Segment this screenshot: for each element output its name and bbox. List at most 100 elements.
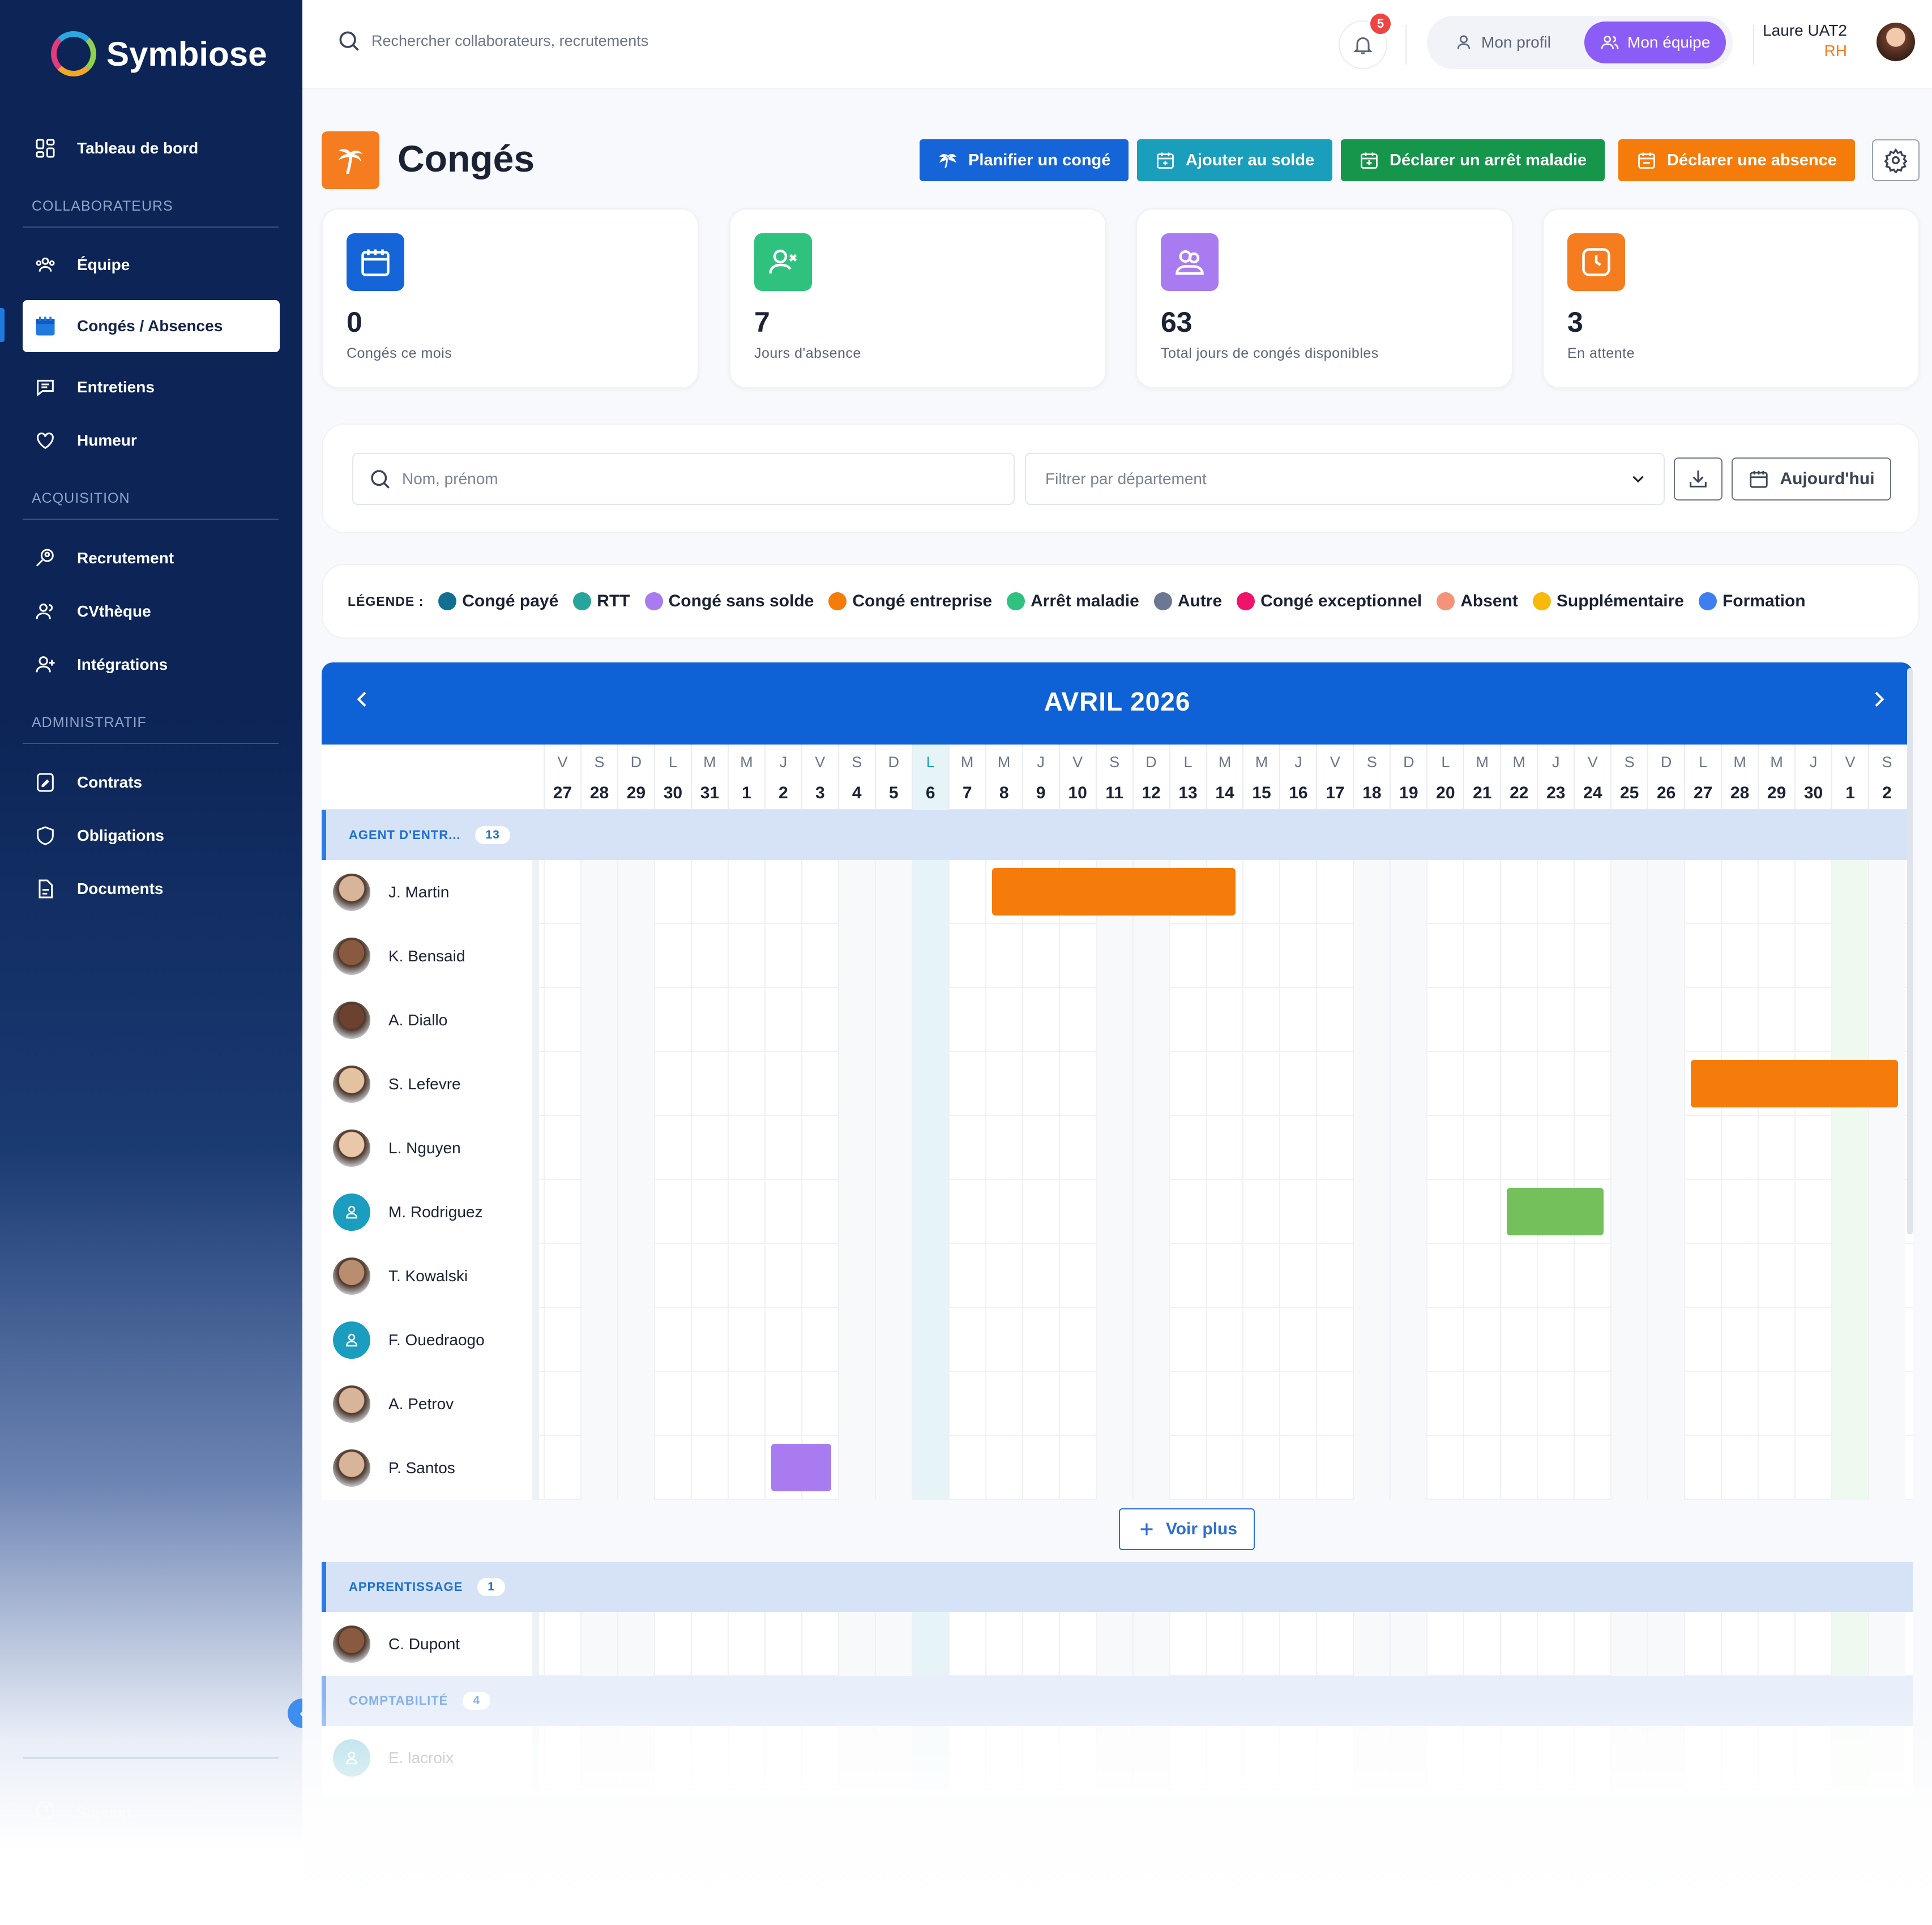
- day-cell[interactable]: [948, 1052, 985, 1116]
- day-cell[interactable]: [1353, 1308, 1390, 1372]
- day-cell[interactable]: [1831, 1612, 1869, 1676]
- day-cell[interactable]: [1794, 1612, 1831, 1676]
- day-cell[interactable]: [1390, 1308, 1427, 1372]
- day-cell[interactable]: [1426, 1436, 1463, 1500]
- day-column-header[interactable]: J9: [1021, 745, 1059, 810]
- day-cell[interactable]: [1758, 924, 1794, 988]
- day-cell[interactable]: [801, 1244, 838, 1308]
- day-cell[interactable]: [1316, 1116, 1353, 1180]
- day-cell[interactable]: [1242, 1436, 1279, 1500]
- day-cell[interactable]: [1058, 1612, 1096, 1676]
- day-cell[interactable]: [1610, 1612, 1648, 1676]
- day-cell[interactable]: [580, 1612, 617, 1676]
- day-cell[interactable]: [985, 1436, 1022, 1500]
- day-cell[interactable]: [1758, 1372, 1794, 1436]
- day-cell[interactable]: [1500, 1244, 1537, 1308]
- leave-bar[interactable]: [1691, 1060, 1898, 1107]
- day-cell[interactable]: [580, 1244, 617, 1308]
- day-column-header[interactable]: V 27: [544, 745, 580, 810]
- day-cell[interactable]: [690, 860, 728, 924]
- day-cell[interactable]: [764, 924, 801, 988]
- day-cell[interactable]: [1537, 1436, 1574, 1500]
- day-cell[interactable]: [1426, 988, 1463, 1052]
- day-cell[interactable]: [1610, 1244, 1648, 1308]
- day-cell[interactable]: [1058, 924, 1096, 988]
- day-column-header[interactable]: D 12: [1132, 745, 1169, 810]
- day-cell[interactable]: [1095, 1436, 1132, 1500]
- day-cell[interactable]: [690, 1436, 728, 1500]
- day-cell[interactable]: [1206, 924, 1243, 988]
- day-cell[interactable]: [690, 1308, 728, 1372]
- day-column-header[interactable]: V 17: [1316, 745, 1353, 810]
- day-cell[interactable]: [1610, 1180, 1648, 1244]
- day-column-header[interactable]: V3: [801, 745, 838, 810]
- day-cell[interactable]: [1353, 1612, 1390, 1676]
- day-cell[interactable]: [1206, 1116, 1243, 1180]
- day-cell[interactable]: [1316, 1372, 1353, 1436]
- day-cell[interactable]: [948, 1244, 985, 1308]
- global-search[interactable]: Rechercher collaborateurs, recrutements: [336, 28, 648, 53]
- day-cell[interactable]: [727, 1052, 764, 1116]
- day-cell[interactable]: [1647, 1436, 1685, 1500]
- day-column-header[interactable]: M 22: [1500, 745, 1537, 810]
- day-cell[interactable]: [580, 1372, 617, 1436]
- day-cell[interactable]: [1353, 924, 1390, 988]
- day-cell[interactable]: [1794, 860, 1831, 924]
- day-column-header[interactable]: M1: [727, 745, 764, 810]
- day-cell[interactable]: [1868, 988, 1905, 1052]
- day-cell[interactable]: [948, 1436, 985, 1500]
- day-cell[interactable]: [1868, 1244, 1905, 1308]
- day-cell[interactable]: [911, 1308, 948, 1372]
- notifications-button[interactable]: 5: [1339, 11, 1393, 69]
- day-cell[interactable]: [1390, 860, 1427, 924]
- day-cell[interactable]: [1279, 988, 1316, 1052]
- day-cell[interactable]: [653, 1436, 691, 1500]
- day-cell[interactable]: [1390, 924, 1427, 988]
- day-cell[interactable]: [1279, 924, 1316, 988]
- day-cell[interactable]: [653, 1244, 691, 1308]
- day-cell[interactable]: [1279, 860, 1316, 924]
- day-cell[interactable]: [1169, 1372, 1206, 1436]
- day-cell[interactable]: [617, 1116, 654, 1180]
- day-cell[interactable]: [1426, 1308, 1463, 1372]
- day-cell[interactable]: [1574, 1612, 1610, 1676]
- day-cell[interactable]: [1169, 1116, 1206, 1180]
- day-cell[interactable]: [544, 1244, 580, 1308]
- day-cell[interactable]: [1132, 1308, 1169, 1372]
- day-cell[interactable]: [580, 988, 617, 1052]
- day-cell[interactable]: [764, 1308, 801, 1372]
- day-cell[interactable]: [1794, 1116, 1831, 1180]
- day-cell[interactable]: [1279, 1436, 1316, 1500]
- day-cell[interactable]: [1647, 1052, 1685, 1116]
- day-cell[interactable]: [1390, 1052, 1427, 1116]
- day-cell[interactable]: [1831, 1436, 1869, 1500]
- day-column-header[interactable]: S2: [1868, 745, 1905, 810]
- day-column-header[interactable]: J2: [764, 745, 801, 810]
- group-header[interactable]: AGENT D'ENTR... 13: [322, 810, 1913, 860]
- day-cell[interactable]: [1426, 1372, 1463, 1436]
- day-cell[interactable]: [764, 1612, 801, 1676]
- day-cell[interactable]: [1426, 860, 1463, 924]
- day-cell[interactable]: [801, 1372, 838, 1436]
- day-cell[interactable]: [1794, 988, 1831, 1052]
- employee-info[interactable]: J. Martin: [322, 860, 539, 924]
- day-cell[interactable]: [1794, 1308, 1831, 1372]
- day-cell[interactable]: [1021, 1052, 1059, 1116]
- day-cell[interactable]: [874, 1372, 912, 1436]
- day-cell[interactable]: [1058, 988, 1096, 1052]
- day-cell[interactable]: [764, 988, 801, 1052]
- day-cell[interactable]: [948, 860, 985, 924]
- day-cell[interactable]: [837, 1308, 875, 1372]
- day-cell[interactable]: [1500, 988, 1537, 1052]
- day-cell[interactable]: [1353, 988, 1390, 1052]
- day-cell[interactable]: [1684, 1244, 1721, 1308]
- day-cell[interactable]: [837, 924, 875, 988]
- day-cell[interactable]: [1058, 1308, 1096, 1372]
- day-cell[interactable]: [1721, 1372, 1758, 1436]
- day-cell[interactable]: [1831, 988, 1869, 1052]
- day-cell[interactable]: [1574, 860, 1610, 924]
- day-cell[interactable]: [1610, 1436, 1648, 1500]
- day-cell[interactable]: [1353, 1116, 1390, 1180]
- day-cell[interactable]: [1132, 1436, 1169, 1500]
- day-cell[interactable]: [544, 1436, 580, 1500]
